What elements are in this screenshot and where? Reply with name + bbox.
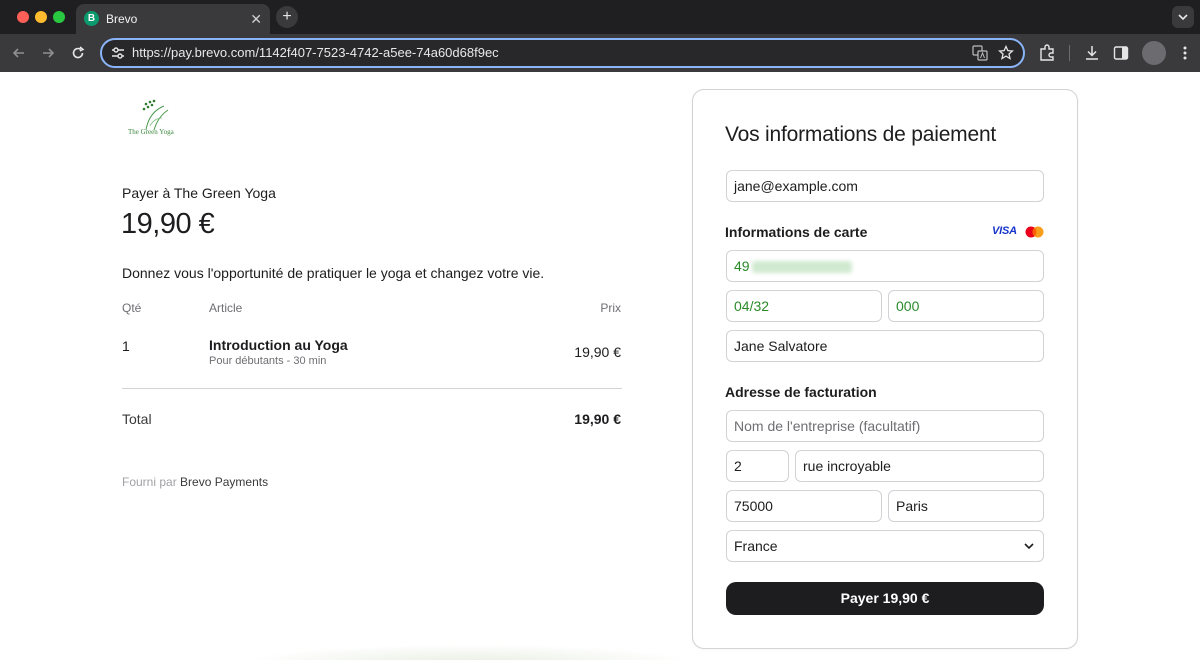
visa-logo: VISA	[992, 225, 1017, 237]
payment-form-title: Vos informations de paiement	[725, 123, 997, 146]
extensions-icon[interactable]	[1038, 44, 1056, 62]
postal-code-field[interactable]: 75000	[726, 490, 882, 522]
order-divider	[122, 388, 622, 389]
street-field[interactable]: rue incroyable	[795, 450, 1044, 482]
cardholder-name-field[interactable]: Jane Salvatore	[726, 330, 1044, 362]
country-select[interactable]: France	[726, 530, 1044, 562]
maximize-window-button[interactable]	[53, 11, 65, 23]
powered-by-brand-link[interactable]: Brevo Payments	[180, 475, 268, 489]
line-item-price: 19,90 €	[574, 344, 621, 360]
product-description: Donnez vous l'opportunité de pratiquer l…	[122, 265, 545, 281]
card-number-prefix: 49	[734, 258, 750, 274]
tab-search-button[interactable]	[1172, 6, 1194, 28]
total-label: Total	[122, 411, 152, 427]
card-expiry-field[interactable]: 04/32	[726, 290, 882, 322]
side-panel-icon[interactable]	[1112, 44, 1130, 62]
minimize-window-button[interactable]	[35, 11, 47, 23]
close-window-button[interactable]	[17, 11, 29, 23]
back-icon	[12, 48, 24, 58]
line-item-name: Introduction au Yoga	[209, 337, 348, 353]
brevo-favicon-icon: B	[84, 11, 99, 26]
column-header-qty: Qté	[122, 301, 142, 315]
powered-by-prefix: Fourni par	[122, 475, 177, 489]
card-number-field[interactable]: 49	[726, 250, 1044, 282]
checkout-page: The Green Yoga Payer à The Green Yoga 19…	[0, 72, 1200, 660]
toolbar-divider	[1069, 45, 1070, 61]
chevron-down-icon	[1178, 14, 1188, 21]
column-header-item: Article	[209, 301, 243, 315]
tab-title: Brevo	[106, 12, 138, 26]
background-decoration	[240, 644, 700, 660]
browser-titlebar: B Brevo ✕ +	[0, 0, 1200, 34]
total-value: 19,90 €	[574, 411, 621, 427]
country-select-value: France	[734, 538, 778, 554]
bookmark-star-icon[interactable]	[998, 45, 1014, 61]
billing-address-label: Adresse de facturation	[725, 384, 877, 400]
forward-icon	[43, 48, 55, 58]
street-number-field[interactable]: 2	[726, 450, 789, 482]
card-number-masked	[751, 261, 852, 274]
pay-button[interactable]: Payer 19,90 €	[726, 582, 1044, 615]
browser-tab[interactable]: B Brevo ✕	[76, 4, 270, 34]
line-item-subtitle: Pour débutants - 30 min	[209, 355, 327, 367]
tab-close-icon[interactable]: ✕	[250, 11, 262, 27]
translate-icon[interactable]	[972, 45, 988, 61]
site-settings-icon[interactable]	[110, 45, 126, 61]
browser-toolbar: https://pay.brevo.com/1142f407-7523-4742…	[0, 34, 1200, 72]
city-field[interactable]: Paris	[888, 490, 1044, 522]
url-text[interactable]: https://pay.brevo.com/1142f407-7523-4742…	[132, 45, 499, 61]
line-item-qty: 1	[122, 338, 130, 354]
column-header-price: Prix	[600, 301, 621, 315]
merchant-logo-text: The Green Yoga	[128, 128, 174, 136]
reload-button[interactable]	[68, 34, 88, 72]
address-bar[interactable]: https://pay.brevo.com/1142f407-7523-4742…	[100, 38, 1025, 68]
new-tab-button[interactable]: +	[276, 6, 298, 28]
email-field[interactable]: jane@example.com	[726, 170, 1044, 202]
chevron-down-icon	[1024, 543, 1034, 550]
powered-by: Fourni par Brevo Payments	[122, 475, 268, 489]
back-button[interactable]	[9, 34, 29, 72]
more-menu-icon[interactable]	[1176, 44, 1194, 62]
pay-to-label: Payer à The Green Yoga	[122, 185, 276, 201]
mastercard-icon	[1025, 226, 1044, 238]
forward-button[interactable]	[38, 34, 58, 72]
profile-avatar[interactable]	[1142, 41, 1166, 65]
download-icon[interactable]	[1083, 44, 1101, 62]
card-cvc-field[interactable]: 000	[888, 290, 1044, 322]
card-info-label: Informations de carte	[725, 224, 868, 240]
amount-due: 19,90 €	[121, 208, 215, 240]
company-name-field[interactable]: Nom de l'entreprise (facultatif)	[726, 410, 1044, 442]
reload-icon	[72, 46, 85, 59]
